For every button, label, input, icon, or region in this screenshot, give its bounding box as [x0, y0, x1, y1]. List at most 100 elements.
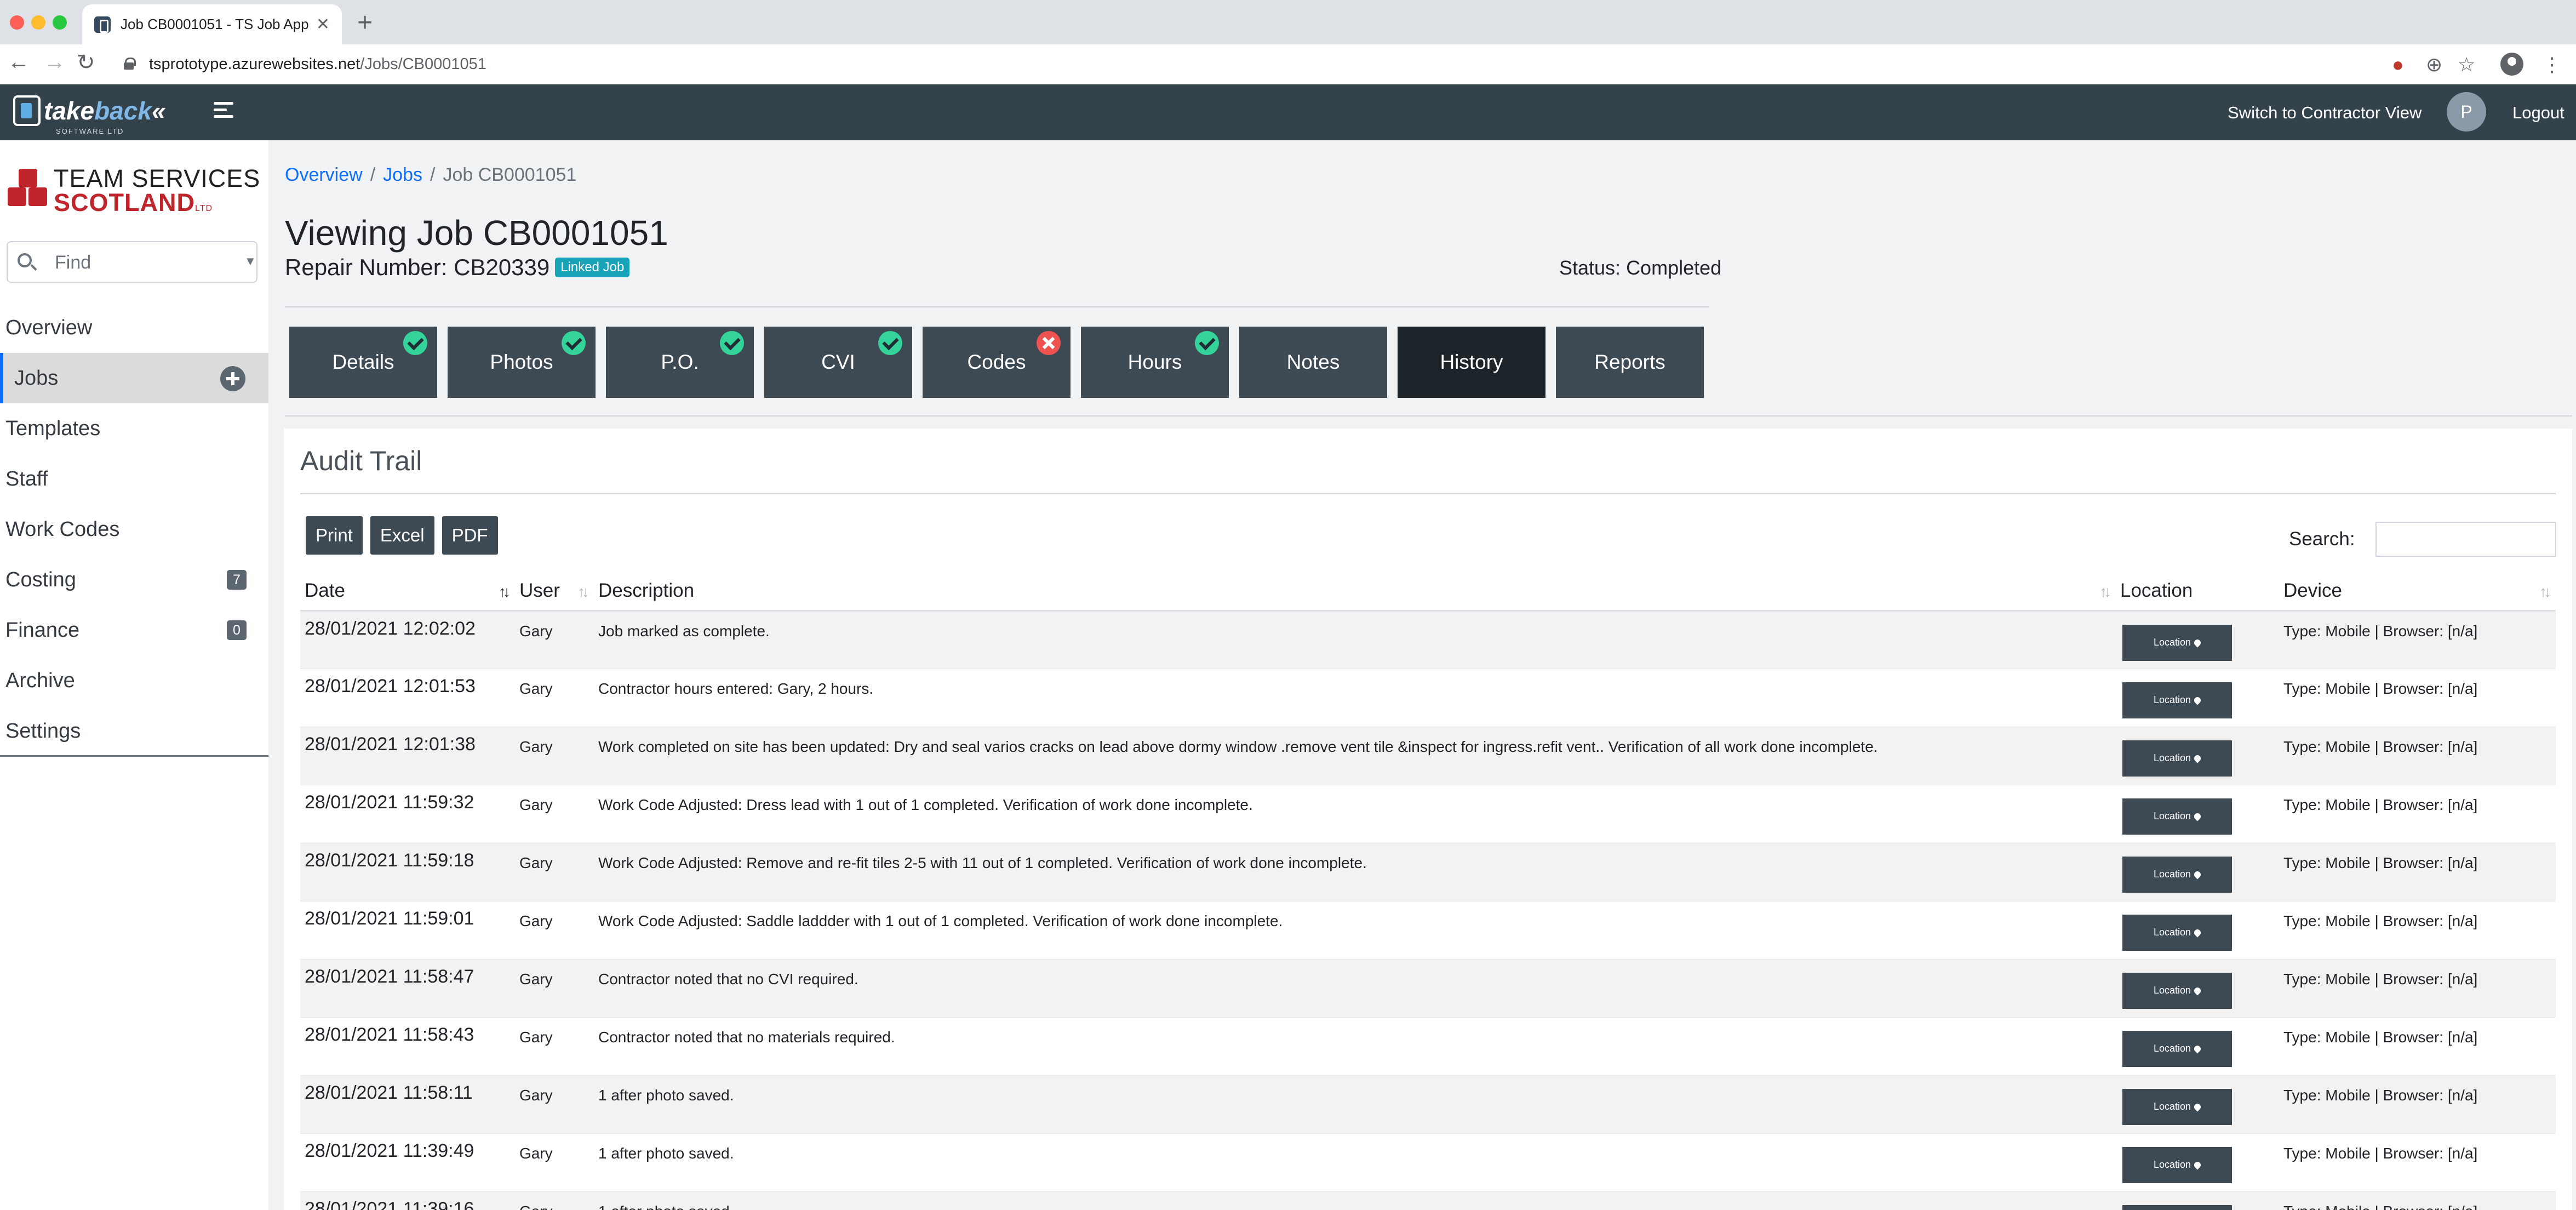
window-close-button[interactable]	[10, 15, 24, 30]
sidebar-item-archive[interactable]: Archive	[0, 655, 268, 706]
cell-date: 28/01/2021 11:39:49	[300, 1133, 515, 1192]
tab-po[interactable]: P.O.	[606, 327, 754, 398]
sort-icon[interactable]: ↑↓	[2539, 583, 2551, 601]
location-button[interactable]: Location	[2122, 682, 2232, 718]
map-pin-icon	[2193, 928, 2202, 937]
tab-history[interactable]: History	[1398, 327, 1545, 398]
user-avatar[interactable]: P	[2447, 92, 2486, 132]
sidebar-item-costing[interactable]: Costing 7	[0, 555, 268, 605]
breadcrumb-jobs[interactable]: Jobs	[383, 164, 422, 185]
column-label: Location	[2120, 580, 2193, 602]
find-search-box[interactable]: ▼	[7, 241, 257, 283]
location-button[interactable]: Location	[2122, 1030, 2232, 1067]
url-field[interactable]: tsprototype.azurewebsites.net/Jobs/CB000…	[149, 55, 486, 73]
column-header-user[interactable]: User ↑↓	[515, 572, 594, 612]
sidebar-item-work-codes[interactable]: Work Codes	[0, 504, 268, 555]
export-buttons: Print Excel PDF	[306, 516, 498, 555]
cell-date: 28/01/2021 11:58:47	[300, 959, 515, 1018]
breadcrumb-separator: /	[370, 164, 376, 185]
sidebar-item-settings[interactable]: Settings	[0, 706, 268, 756]
table-search-input[interactable]	[2375, 522, 2556, 557]
takeback-logo[interactable]: takeback« SOFTWARE LTD	[13, 95, 166, 135]
cell-date: 28/01/2021 11:39:16	[300, 1191, 515, 1210]
pdf-button[interactable]: PDF	[442, 516, 498, 555]
kebab-menu-icon[interactable]: ⋮	[2542, 53, 2562, 76]
plus-circle-icon[interactable]: ⊕	[2426, 53, 2442, 76]
location-button[interactable]: Location	[2122, 972, 2232, 1009]
tab-label: Photos	[490, 351, 553, 373]
extension-icon[interactable]: ●	[2392, 53, 2404, 76]
sidebar-item-label: Overview	[5, 316, 93, 339]
tab-hours[interactable]: Hours	[1081, 327, 1229, 398]
location-button[interactable]: Location	[2122, 914, 2232, 951]
tab-photos[interactable]: Photos	[448, 327, 596, 398]
sidebar-item-label: Costing	[5, 568, 76, 591]
sidebar-item-overview[interactable]: Overview	[0, 302, 268, 353]
cell-device: Type: Mobile | Browser: [n/a]	[2279, 959, 2556, 1018]
breadcrumb-current: Job CB0001051	[443, 164, 577, 185]
cell-user: Gary	[515, 669, 594, 727]
sidebar-item-label: Settings	[5, 719, 81, 743]
logout-link[interactable]: Logout	[2512, 103, 2564, 123]
location-button[interactable]: Location	[2122, 624, 2232, 661]
sidebar-item-staff[interactable]: Staff	[0, 454, 268, 504]
close-tab-icon[interactable]: ✕	[316, 15, 330, 34]
switch-to-contractor-view-link[interactable]: Switch to Contractor View	[2228, 103, 2422, 123]
cell-description: Contractor noted that no CVI required.	[594, 959, 2116, 1018]
cell-location: Location	[2116, 669, 2279, 727]
tab-label: History	[1440, 351, 1503, 373]
breadcrumb-overview[interactable]: Overview	[285, 164, 363, 185]
location-button[interactable]: Location	[2122, 798, 2232, 835]
cell-user: Gary	[515, 1191, 594, 1210]
location-button[interactable]: Location	[2122, 740, 2232, 777]
sidebar-item-finance[interactable]: Finance 0	[0, 605, 268, 655]
add-job-icon[interactable]	[220, 366, 245, 391]
tab-label: P.O.	[661, 351, 699, 373]
arrow-left-icon[interactable]: ←	[8, 50, 30, 75]
sort-icon[interactable]: ↑↓	[499, 583, 511, 601]
tab-codes[interactable]: Codes	[923, 327, 1071, 398]
breadcrumb: Overview / Jobs / Job CB0001051	[285, 164, 576, 186]
search-label: Search:	[2289, 528, 2355, 550]
arrow-right-icon[interactable]: →	[44, 50, 66, 75]
cell-date: 28/01/2021 12:02:02	[300, 610, 515, 669]
cell-description: 1 after photo saved.	[594, 1133, 2116, 1192]
sort-icon[interactable]: ↑↓	[577, 583, 589, 601]
sidebar-item-templates[interactable]: Templates	[0, 403, 268, 454]
window-minimize-button[interactable]	[31, 15, 45, 30]
cell-location: Location	[2116, 727, 2279, 785]
hamburger-menu-icon[interactable]	[214, 102, 233, 122]
cell-description: Contractor noted that no materials requi…	[594, 1017, 2116, 1076]
tab-notes[interactable]: Notes	[1239, 327, 1387, 398]
url-path: /Jobs/CB0001051	[360, 55, 486, 73]
location-button[interactable]: Location	[2122, 1146, 2232, 1183]
sidebar-nav: Overview Jobs Templates Staff Work Codes…	[0, 302, 268, 756]
profile-icon[interactable]	[2500, 53, 2523, 76]
tab-cvi[interactable]: CVI	[764, 327, 912, 398]
location-button[interactable]: Location	[2122, 1088, 2232, 1125]
linked-job-badge[interactable]: Linked Job	[555, 258, 630, 277]
address-bar: ← → ↻ tsprototype.azurewebsites.net/Jobs…	[0, 44, 2576, 84]
column-header-date[interactable]: Date ↑↓	[300, 572, 515, 612]
browser-tab[interactable]: Job CB0001051 - TS Job App ✕	[82, 4, 342, 44]
tab-reports[interactable]: Reports	[1556, 327, 1704, 398]
star-icon[interactable]: ☆	[2458, 53, 2475, 76]
caret-down-icon[interactable]: ▼	[244, 254, 256, 269]
lock-icon[interactable]	[124, 58, 136, 70]
excel-button[interactable]: Excel	[370, 516, 434, 555]
tab-details[interactable]: Details	[289, 327, 437, 398]
cell-user: Gary	[515, 727, 594, 785]
cell-description: 1 after photo saved.	[594, 1191, 2116, 1210]
print-button[interactable]: Print	[306, 516, 363, 555]
audit-table-body: 28/01/2021 12:02:02 Gary Job marked as com…	[300, 610, 2556, 1210]
location-button[interactable]: Location	[2122, 856, 2232, 893]
window-maximize-button[interactable]	[53, 15, 67, 30]
column-header-description[interactable]: Description ↑↓	[594, 572, 2116, 612]
sort-icon[interactable]: ↑↓	[2099, 583, 2111, 601]
location-button[interactable]: Location	[2122, 1205, 2232, 1210]
new-tab-button[interactable]: +	[357, 8, 373, 38]
find-input[interactable]	[55, 251, 230, 274]
column-header-device[interactable]: Device ↑↓	[2279, 572, 2556, 612]
sidebar-item-jobs[interactable]: Jobs	[0, 353, 268, 403]
reload-icon[interactable]: ↻	[77, 50, 95, 75]
